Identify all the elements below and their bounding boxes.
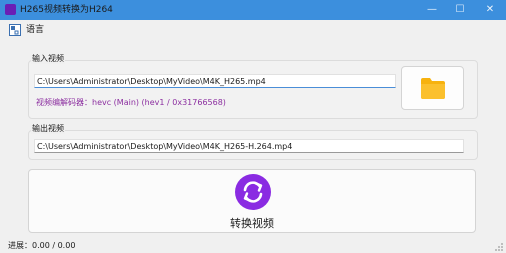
output-video-title: 输出视频 — [31, 124, 65, 134]
progress-status: 进展：0.00 / 0.00 — [8, 241, 76, 250]
refresh-icon — [235, 174, 271, 210]
language-menu[interactable]: 语言 — [26, 25, 44, 36]
output-path-field[interactable]: C:\Users\Administrator\Desktop\MyVideo\M… — [34, 139, 464, 153]
browse-folder-button[interactable] — [401, 66, 464, 110]
input-video-title: 输入视频 — [31, 54, 65, 64]
minimize-button[interactable]: — — [418, 2, 446, 18]
convert-video-button[interactable]: 转换视频 — [28, 169, 476, 233]
status-bar — [0, 238, 506, 253]
window-title: H265视频转换为H264 — [20, 5, 113, 15]
close-button[interactable]: ✕ — [476, 2, 504, 18]
maximize-button[interactable]: ☐ — [446, 2, 474, 18]
menu-bar — [0, 20, 506, 40]
codec-info-label: 视频编解码器：hevc (Main) (hev1 / 0x31766568) — [36, 98, 226, 107]
app-icon — [5, 4, 16, 15]
language-icon[interactable] — [9, 24, 21, 36]
convert-video-label: 转换视频 — [230, 217, 274, 230]
folder-icon — [421, 78, 445, 99]
resize-grip-icon[interactable] — [494, 242, 504, 252]
input-path-field[interactable]: C:\Users\Administrator\Desktop\MyVideo\M… — [34, 74, 396, 88]
